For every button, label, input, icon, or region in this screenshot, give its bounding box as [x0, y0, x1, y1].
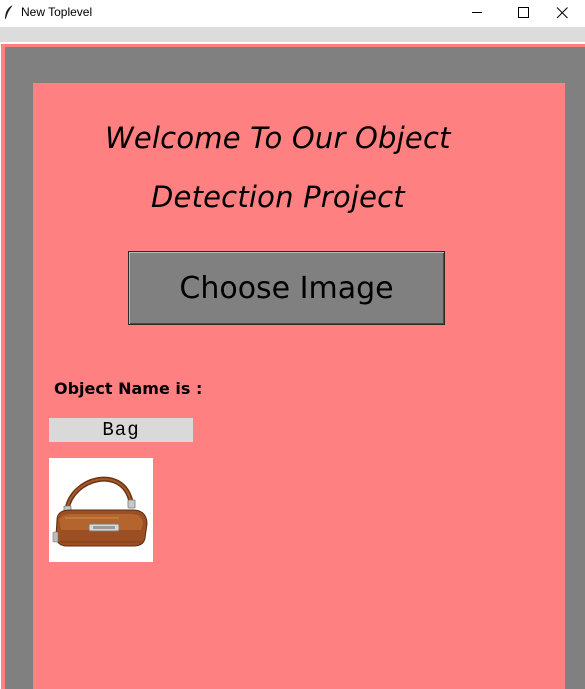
preview-image	[49, 458, 153, 562]
gray-border-panel: Welcome To Our Object Detection Project …	[5, 47, 585, 689]
object-name-label: Object Name is :	[54, 379, 203, 398]
minimize-icon	[472, 12, 482, 13]
menu-bar	[0, 27, 585, 42]
main-panel: Welcome To Our Object Detection Project …	[33, 83, 565, 689]
heading-line-2: Detection Project	[151, 180, 405, 214]
minimize-button[interactable]	[454, 0, 500, 27]
window-title: New Toplevel	[21, 5, 93, 19]
choose-image-button[interactable]: Choose Image	[128, 251, 445, 325]
close-icon	[556, 7, 568, 19]
maximize-icon	[518, 7, 529, 18]
outer-frame: Welcome To Our Object Detection Project …	[1, 44, 585, 689]
window-client-area: Welcome To Our Object Detection Project …	[0, 42, 585, 689]
heading-line-1: Welcome To Our Object	[105, 121, 451, 155]
title-bar: New Toplevel	[0, 0, 585, 27]
feather-icon	[3, 4, 15, 21]
close-button[interactable]	[539, 0, 585, 27]
object-name-value: Bag	[49, 418, 193, 442]
handbag-icon	[52, 476, 148, 547]
